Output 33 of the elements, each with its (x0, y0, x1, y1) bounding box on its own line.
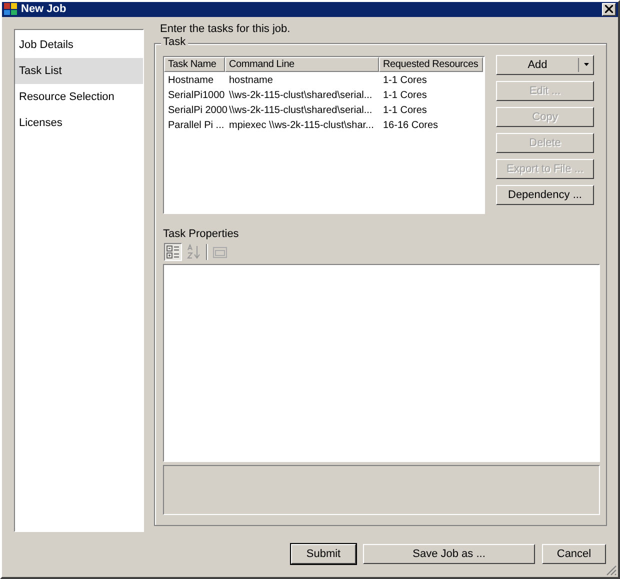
table-cell-text: SerialPi 2000 (167, 104, 225, 116)
button[interactable]: Submit (291, 544, 356, 564)
button[interactable]: Dependency ... (496, 184, 594, 205)
table-cell-text: hostname (228, 74, 274, 86)
caret-icon[interactable] (584, 63, 588, 66)
instruction-text: Enter the tasks for this job. (160, 22, 292, 35)
table-cell-text: 16-16 Cores (382, 120, 440, 131)
table-cell-text: mpiexec \\ws-2k-115-clust\shar... (228, 120, 375, 131)
button[interactable]: Save Job as ... (363, 544, 535, 564)
sidebar-item[interactable]: Licenses (15, 110, 143, 136)
column-header[interactable]: Command Line (225, 56, 379, 72)
sidebar-item[interactable]: Task List (15, 58, 143, 84)
table-cell-text: Parallel Pi ... (167, 120, 225, 131)
categorized-icon[interactable] (164, 242, 182, 261)
section-label: Task Properties (163, 228, 240, 242)
group-title: Task (161, 36, 188, 48)
table-cell-text: 1-1 Cores (382, 90, 428, 101)
table-cell-text: 1-1 Cores (382, 74, 428, 86)
table-cell-text: Hostname (167, 74, 215, 86)
table-cell-text: SerialPi1000 (167, 90, 225, 101)
sidebar-item[interactable]: Resource Selection (15, 84, 143, 110)
table-cell-text: \\ws-2k-115-clust\shared\serial... (228, 90, 374, 101)
table-cell-text: 1-1 Cores (382, 104, 428, 116)
button[interactable]: Cancel (542, 544, 606, 564)
app-icon (4, 2, 18, 16)
resize-grip-icon[interactable] (606, 565, 617, 576)
sidebar-item[interactable]: Job Details (15, 32, 143, 58)
close-button[interactable] (602, 2, 616, 16)
window-title: New Job (21, 3, 68, 16)
column-header[interactable]: Requested Resources (379, 56, 483, 72)
table-cell-text: \\ws-2k-115-clust\shared\serial... (228, 104, 374, 116)
split-button[interactable]: Add (496, 54, 594, 75)
column-header[interactable]: Task Name (164, 56, 225, 72)
